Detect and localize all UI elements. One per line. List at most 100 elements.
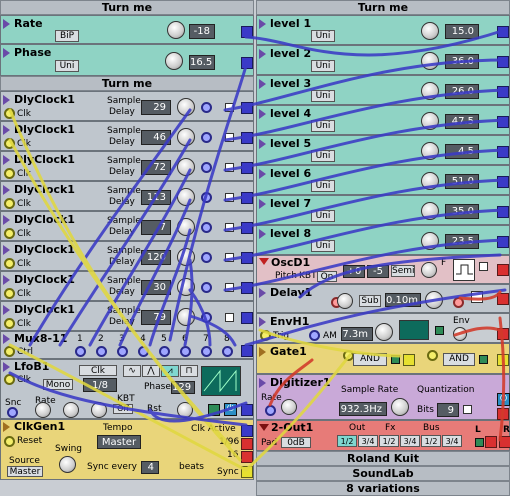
reset-jack[interactable] (4, 436, 15, 447)
rate-out-port[interactable] (241, 26, 253, 38)
lfo-mod-knob[interactable] (63, 402, 79, 418)
env-out-port[interactable] (497, 328, 509, 340)
uni-button[interactable]: Uni (311, 120, 335, 132)
uni-button[interactable]: Uni (311, 180, 335, 192)
mux-out-port[interactable] (241, 345, 253, 357)
mux-input-jack[interactable] (138, 346, 149, 357)
lfo-clk-jack[interactable] (4, 374, 15, 385)
delay-knob[interactable] (177, 278, 195, 296)
bip-button[interactable]: BiP (55, 30, 79, 42)
delay-out-port[interactable] (497, 293, 509, 305)
delay-knob[interactable] (177, 188, 195, 206)
off-button[interactable]: Off (113, 404, 133, 414)
level-knob[interactable] (421, 82, 439, 100)
wave-square-button[interactable]: ⊓ (180, 365, 198, 377)
mux-input-jack[interactable] (117, 346, 128, 357)
dly-in-jack[interactable] (201, 222, 212, 233)
phase-knob[interactable] (165, 52, 183, 70)
level-knob[interactable] (421, 172, 439, 190)
dly-option[interactable] (225, 223, 234, 232)
clk-jack[interactable] (4, 228, 15, 239)
power-icon[interactable]: ⏻ (224, 403, 237, 416)
pad-button[interactable]: 0dB (281, 437, 311, 448)
uni-button[interactable]: Uni (311, 210, 335, 222)
semi-button[interactable]: Semi (391, 265, 415, 277)
collapse-icon[interactable] (3, 245, 10, 255)
clk-jack[interactable] (4, 318, 15, 329)
collapse-icon[interactable] (259, 288, 266, 298)
uni-button[interactable]: Uni (311, 30, 335, 42)
osc-out-port[interactable] (497, 264, 509, 276)
env-amount-knob[interactable] (453, 327, 467, 341)
sample-rate-knob[interactable] (391, 398, 409, 416)
collapse-icon[interactable] (259, 258, 269, 265)
collapse-icon[interactable] (259, 199, 266, 209)
osc-option[interactable] (479, 262, 488, 271)
collapse-icon[interactable] (259, 109, 266, 119)
trig-jack[interactable] (260, 330, 271, 341)
rate-knob[interactable] (167, 21, 185, 39)
delay-knob[interactable] (177, 248, 195, 266)
mux-input-jack[interactable] (96, 346, 107, 357)
dly-in-jack[interactable] (201, 162, 212, 173)
dly-in-jack[interactable] (201, 252, 212, 263)
delay-knob[interactable] (177, 158, 195, 176)
phase-out-port[interactable] (241, 57, 253, 69)
out-option-button[interactable]: 3/4 (358, 435, 378, 447)
collapse-icon[interactable] (3, 185, 10, 195)
dly-out-port[interactable] (241, 132, 253, 144)
out-option-button[interactable]: 1/2 (379, 435, 399, 447)
delay-knob[interactable] (177, 98, 195, 116)
env-time-knob[interactable] (375, 323, 393, 341)
collapse-icon[interactable] (3, 155, 10, 165)
level-knob[interactable] (421, 202, 439, 220)
sub-button[interactable]: Sub (359, 295, 381, 307)
collapse-icon[interactable] (259, 49, 266, 59)
dly-in-jack[interactable] (201, 192, 212, 203)
osc-fine-knob[interactable] (421, 262, 437, 278)
gate-op1-select[interactable]: AND (353, 353, 387, 366)
level-out-port[interactable] (497, 206, 509, 218)
mux-input-jack[interactable] (180, 346, 191, 357)
uni-button[interactable]: Uni (311, 60, 335, 72)
dly-out-port[interactable] (241, 162, 253, 174)
clk-jack[interactable] (4, 198, 15, 209)
dly-option[interactable] (225, 283, 234, 292)
mux-input-jack[interactable] (222, 346, 233, 357)
gate-op2-select[interactable]: AND (443, 353, 475, 366)
dly-out-port[interactable] (241, 102, 253, 114)
out-l-port[interactable] (485, 436, 497, 448)
dly-option[interactable] (225, 163, 234, 172)
level-knob[interactable] (421, 22, 439, 40)
collapse-icon[interactable] (259, 229, 266, 239)
collapse-icon[interactable] (259, 169, 266, 179)
delay-out-jack[interactable] (453, 297, 464, 308)
delay-time-knob[interactable] (425, 291, 443, 309)
level-out-port[interactable] (497, 146, 509, 158)
level-out-port[interactable] (497, 176, 509, 188)
collapse-icon[interactable] (3, 215, 10, 225)
div96-port[interactable] (241, 438, 253, 450)
gate-out1-port[interactable] (403, 354, 415, 366)
clk-jack[interactable] (4, 288, 15, 299)
collapse-icon[interactable] (3, 48, 10, 58)
wave-saw-button[interactable]: ⩘ (161, 365, 179, 377)
level-out-port[interactable] (497, 56, 509, 68)
level-out-port[interactable] (497, 236, 509, 248)
out-option-button[interactable]: 3/4 (442, 435, 462, 447)
swing-knob[interactable] (59, 456, 76, 473)
collapse-icon[interactable] (259, 347, 266, 357)
sync-port[interactable] (241, 466, 253, 478)
dly-in-jack[interactable] (201, 102, 212, 113)
level-knob[interactable] (421, 142, 439, 160)
dly-out-port[interactable] (241, 192, 253, 204)
gate-out2-port[interactable] (497, 354, 509, 366)
clk-active-port[interactable] (241, 425, 253, 437)
power-icon[interactable]: ⏻ (497, 393, 510, 406)
lfo-clk-button[interactable]: Clk (79, 365, 117, 376)
gate-in2-jack[interactable] (427, 350, 438, 361)
rate-knob[interactable] (281, 399, 297, 415)
clk-jack[interactable] (4, 258, 15, 269)
uni-button[interactable]: Uni (311, 90, 335, 102)
mono-button[interactable]: Mono (43, 379, 73, 390)
